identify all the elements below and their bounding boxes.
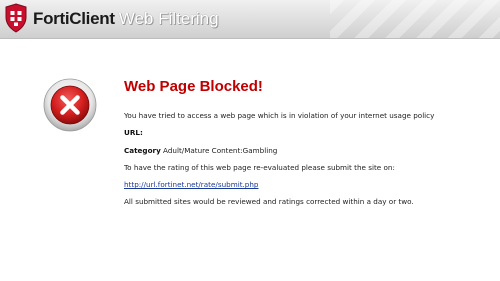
category-value: Adult/Mature Content:Gambling: [163, 146, 278, 155]
brand-name: FortiClient: [33, 9, 115, 28]
category-label: Category: [124, 146, 161, 155]
message-panel: Web Page Blocked! You have tried to acce…: [124, 78, 494, 207]
rerate-link-row: http://url.fortinet.net/rate/submit.php: [124, 180, 494, 190]
rerate-instructions: To have the rating of this web page re-e…: [124, 163, 395, 172]
header-bar: FortiClient Web Filtering: [0, 0, 500, 39]
url-row: URL:: [124, 128, 494, 138]
brand-title: FortiClient Web Filtering: [33, 7, 219, 31]
page-title: Web Page Blocked!: [124, 78, 263, 95]
submit-rating-link[interactable]: http://url.fortinet.net/rate/submit.php: [124, 180, 258, 189]
url-label: URL:: [124, 128, 143, 137]
blocked-page: FortiClient Web Filtering Web Page Blocke…: [0, 0, 500, 281]
forticlient-shield-icon: [5, 3, 27, 33]
violation-message: You have tried to access a web page whic…: [124, 111, 435, 120]
header-decoration: [330, 0, 500, 38]
category-row: Category Adult/Mature Content:Gambling: [124, 146, 494, 156]
error-x-icon: [43, 78, 97, 132]
product-name: Web Filtering: [118, 9, 219, 28]
review-notice: All submitted sites would be reviewed an…: [124, 197, 414, 206]
